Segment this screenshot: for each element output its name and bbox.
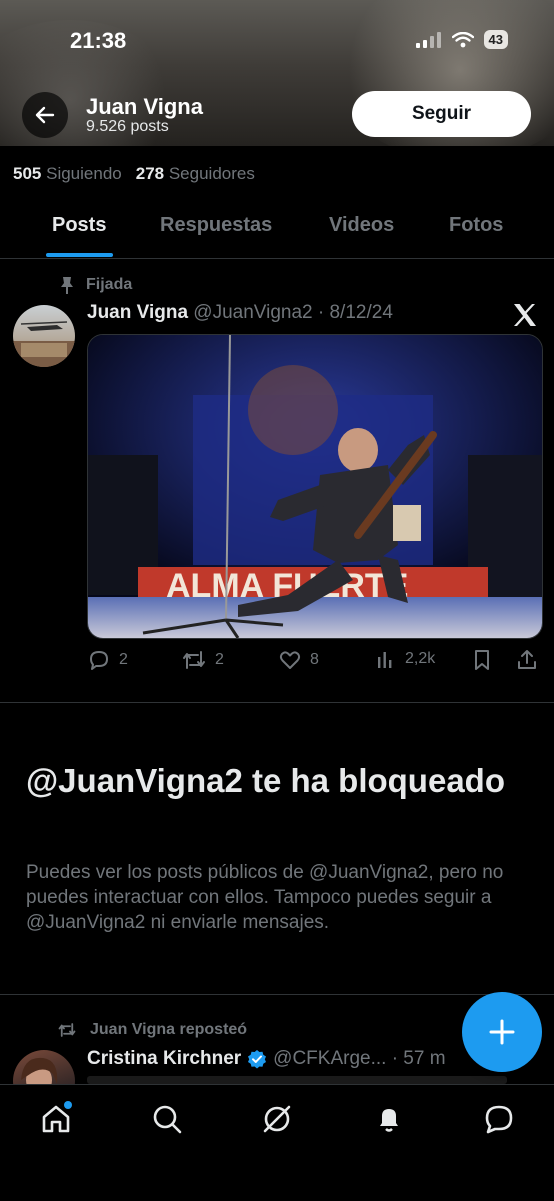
post-header: Juan Vigna @JuanVigna2 · 8/12/24 [87, 302, 393, 324]
active-tab-indicator [46, 253, 113, 257]
like-icon [279, 651, 301, 669]
author-handle-time: @CFKArge... · 57 m [273, 1048, 446, 1069]
post-media-image[interactable]: ALMA FUERTE [87, 334, 543, 639]
post-text-preview [87, 1076, 507, 1084]
wifi-icon [451, 31, 474, 47]
post-actions: 2 2 8 2,2k [87, 648, 542, 678]
post-header: Cristina Kirchner @CFKArge... · 57 m [87, 1048, 446, 1070]
pinned-label: Fijada [86, 276, 133, 293]
bookmark-icon [475, 650, 489, 670]
divider [0, 702, 554, 703]
author-name[interactable]: Cristina Kirchner [87, 1048, 241, 1070]
views-count: 2,2k [405, 650, 436, 667]
pinned-indicator: Fijada [60, 276, 132, 294]
author-handle-date: @JuanVigna2 · 8/12/24 [193, 302, 393, 323]
tab-videos[interactable]: Videos [329, 214, 394, 237]
status-time: 21:38 [70, 28, 127, 53]
reply-button[interactable]: 2 [87, 648, 128, 672]
bookmark-button[interactable] [471, 648, 493, 672]
tab-fotos[interactable]: Fotos [449, 214, 503, 237]
repost-count: 2 [215, 651, 224, 668]
author-name[interactable]: Juan Vigna [87, 302, 188, 323]
signal-icon [415, 31, 441, 48]
repost-icon [183, 651, 205, 669]
nav-notifications[interactable] [371, 1101, 407, 1137]
repost-indicator: Juan Vigna reposteó [56, 1021, 247, 1039]
repost-button[interactable]: 2 [181, 648, 224, 672]
pin-icon [61, 277, 73, 294]
notification-dot [64, 1101, 72, 1109]
compose-button[interactable] [462, 992, 542, 1072]
nav-messages[interactable] [481, 1101, 517, 1137]
profile-tabs: Posts Respuestas Videos Fotos [0, 198, 554, 259]
nav-grok[interactable] [259, 1101, 295, 1137]
tab-posts[interactable]: Posts [52, 214, 106, 237]
like-count: 8 [310, 651, 319, 668]
repost-icon [58, 1023, 76, 1037]
share-icon [518, 650, 536, 669]
followers-label: Seguidores [168, 164, 255, 183]
views-icon [378, 652, 392, 668]
notifications-icon [380, 1109, 398, 1132]
back-arrow-icon [35, 106, 55, 124]
follow-button[interactable]: Seguir [352, 91, 531, 137]
profile-name: Juan Vigna [86, 94, 203, 119]
grok-icon [263, 1105, 291, 1133]
x-logo-icon [514, 304, 536, 326]
tab-respuestas[interactable]: Respuestas [160, 214, 272, 237]
reply-count: 2 [119, 651, 128, 668]
follow-stats: 505 Siguiendo 278 Seguidores [13, 164, 255, 184]
following-label: Siguiendo [46, 164, 122, 183]
messages-icon [485, 1105, 513, 1134]
views-button[interactable]: 2,2k [375, 648, 435, 670]
back-button[interactable] [22, 92, 68, 138]
followers-count: 278 [135, 164, 165, 183]
repost-label: Juan Vigna reposteó [90, 1021, 248, 1038]
bottom-navigation [0, 1084, 554, 1201]
blocked-description: Puedes ver los posts públicos de @JuanVi… [26, 862, 504, 933]
avatar[interactable] [13, 305, 75, 367]
following-link[interactable]: 505 Siguiendo [13, 164, 122, 183]
following-count: 505 [13, 164, 42, 183]
compose-plus-icon [489, 1019, 515, 1045]
post-menu[interactable] [512, 302, 538, 333]
followers-link[interactable]: 278 Seguidores [136, 164, 255, 183]
status-icons: 43 [415, 30, 508, 49]
share-button[interactable] [515, 648, 539, 672]
search-icon [153, 1105, 182, 1134]
like-button[interactable]: 8 [278, 648, 319, 672]
blocked-title: @JuanVigna2 te ha bloqueado [26, 762, 505, 799]
posts-count: 9.526 posts [86, 118, 169, 135]
battery-indicator: 43 [483, 30, 508, 49]
verified-icon [248, 1050, 267, 1069]
divider [0, 994, 554, 995]
nav-home[interactable] [38, 1101, 74, 1137]
reply-icon [90, 651, 108, 670]
nav-search[interactable] [149, 1101, 185, 1137]
